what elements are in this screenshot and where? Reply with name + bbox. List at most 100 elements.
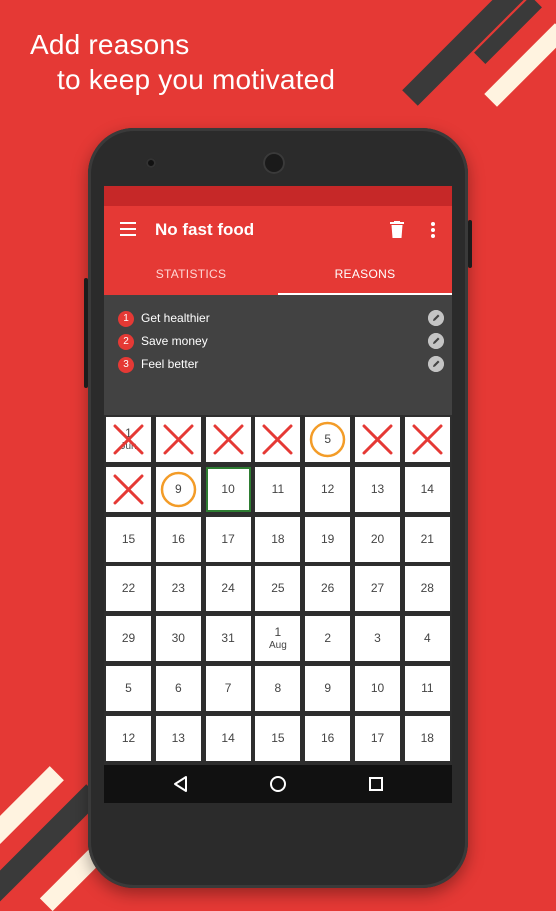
day-number: 10 — [370, 681, 385, 695]
day-number: 15 — [121, 531, 136, 546]
more-vert-icon[interactable] — [431, 222, 435, 238]
calendar-day[interactable]: 9 — [155, 466, 201, 512]
calendar-day[interactable] — [404, 417, 450, 462]
reason-number: 1 — [118, 311, 134, 327]
day-number: 24 — [221, 581, 235, 596]
reason-text: Get healthier — [141, 311, 210, 325]
day-number: 11 — [421, 681, 434, 695]
day-number: 9 — [324, 681, 332, 695]
reason-number: 2 — [118, 334, 134, 350]
calendar-day[interactable]: 9 — [305, 666, 351, 711]
calendar-day[interactable]: 12 — [305, 466, 351, 512]
calendar-day[interactable]: 5 — [305, 417, 351, 462]
calendar-day[interactable]: 5 — [106, 666, 151, 711]
day-number: 12 — [121, 730, 136, 745]
app-toolbar: No fast food — [104, 206, 452, 254]
calendar-day[interactable]: 1 Jun — [106, 417, 151, 462]
calendar-day[interactable]: 28 — [404, 566, 450, 612]
calendar-day[interactable]: 1 Aug — [255, 616, 301, 662]
calendar-day[interactable]: 21 — [404, 516, 450, 562]
day-number: 13 — [370, 481, 385, 496]
calendar-day[interactable]: 10 — [355, 666, 400, 711]
calendar-day[interactable]: 17 — [205, 516, 251, 562]
calendar-day[interactable]: 6 — [155, 666, 201, 711]
day-number: 22 — [121, 581, 136, 596]
page-title: No fast food — [155, 220, 255, 239]
system-nav-bar — [104, 765, 452, 803]
calendar-day[interactable]: 17 — [355, 715, 400, 761]
calendar-day[interactable]: 15 — [255, 715, 301, 761]
promo-screen: { "headline": { "line1": "Add reasons", … — [0, 0, 556, 911]
calendar-day[interactable]: 7 — [205, 666, 251, 711]
pencil-icon[interactable] — [428, 310, 444, 326]
failed-day-x-mark — [262, 424, 293, 455]
calendar-day[interactable]: 18 — [255, 516, 301, 562]
calendar-day[interactable]: 26 — [305, 566, 351, 612]
calendar-day[interactable]: 16 — [305, 715, 351, 761]
reasons-list: 1 Get healthier 2 Save money 3 Feel bett… — [104, 295, 452, 415]
pencil-icon[interactable] — [428, 356, 444, 372]
day-number: 31 — [221, 631, 235, 646]
calendar-day[interactable]: 3 — [355, 616, 400, 662]
calendar-day[interactable] — [255, 417, 301, 462]
reason-item: 3 Feel better — [118, 356, 444, 374]
tab-statistics[interactable]: STATISTICS — [104, 254, 278, 295]
reason-number: 3 — [118, 357, 134, 373]
calendar-day[interactable]: 19 — [305, 516, 351, 562]
status-bar — [104, 186, 452, 206]
home-circle-icon[interactable] — [268, 774, 288, 794]
hamburger-menu-icon[interactable] — [120, 222, 136, 236]
headline-line-1: Add reasons — [30, 29, 190, 60]
day-number: 2 — [324, 631, 332, 646]
calendar-day[interactable]: 23 — [155, 566, 201, 612]
back-triangle-icon[interactable] — [171, 774, 191, 794]
failed-day-x-mark — [412, 424, 443, 455]
reason-text: Save money — [141, 334, 208, 348]
calendar-day[interactable]: 2 — [305, 616, 351, 662]
success-day-circle-mark — [160, 471, 197, 508]
failed-day-x-mark — [113, 424, 144, 455]
calendar-day[interactable]: 11 — [255, 466, 301, 512]
calendar-day[interactable]: 22 — [106, 566, 151, 612]
calendar-day[interactable]: 12 — [106, 715, 151, 761]
calendar-day[interactable]: 14 — [404, 466, 450, 512]
calendar-day[interactable] — [205, 417, 251, 462]
trash-icon[interactable] — [390, 221, 404, 238]
day-number: 17 — [221, 531, 235, 546]
calendar-day[interactable]: 11 — [404, 666, 450, 711]
calendar-day[interactable]: 27 — [355, 566, 400, 612]
pencil-icon[interactable] — [428, 333, 444, 349]
calendar-day[interactable]: 15 — [106, 516, 151, 562]
failed-day-x-mark — [163, 424, 194, 455]
tab-reasons[interactable]: REASONS — [278, 254, 452, 295]
calendar-day[interactable]: 24 — [205, 566, 251, 612]
calendar-day[interactable]: 29 — [106, 616, 151, 662]
calendar-day[interactable] — [106, 466, 151, 512]
day-number: 29 — [121, 631, 136, 646]
calendar-day[interactable]: 30 — [155, 616, 201, 662]
calendar-day[interactable]: 16 — [155, 516, 201, 562]
day-number: 18 — [271, 531, 285, 546]
calendar-day-today[interactable]: 10 — [205, 466, 251, 512]
front-camera — [146, 158, 156, 168]
calendar-day[interactable]: 25 — [255, 566, 301, 612]
calendar-day[interactable]: 13 — [355, 466, 400, 512]
month-label: Aug — [268, 639, 287, 651]
day-number: 1 — [274, 624, 282, 639]
calendar-day[interactable]: 4 — [404, 616, 450, 662]
calendar-day[interactable]: 20 — [355, 516, 400, 562]
failed-day-x-mark — [362, 424, 393, 455]
calendar-day[interactable]: 14 — [205, 715, 251, 761]
calendar-day[interactable]: 13 — [155, 715, 201, 761]
day-number: 12 — [321, 481, 335, 496]
recents-square-icon[interactable] — [366, 774, 386, 794]
calendar-day[interactable]: 8 — [255, 666, 301, 711]
volume-button — [84, 278, 88, 388]
calendar-day[interactable]: 18 — [404, 715, 450, 761]
day-number: 15 — [271, 730, 285, 745]
day-number: 11 — [271, 481, 285, 496]
calendar-day[interactable] — [355, 417, 400, 462]
calendar-day[interactable] — [155, 417, 201, 462]
calendar-day[interactable]: 31 — [205, 616, 251, 662]
reason-item: 2 Save money — [118, 333, 444, 351]
